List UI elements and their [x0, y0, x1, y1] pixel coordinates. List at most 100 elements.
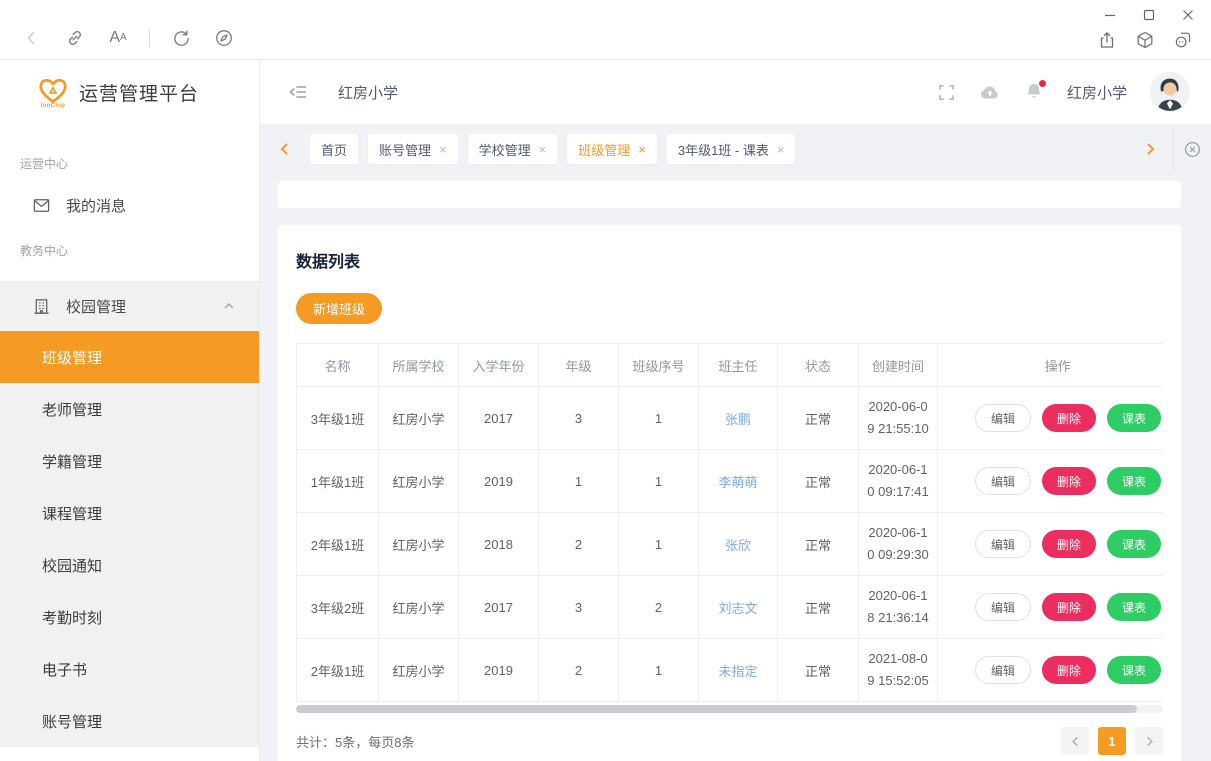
cell-name: 2年级1班 — [297, 513, 379, 576]
current-school[interactable]: 红房小学 — [1067, 82, 1127, 103]
schedule-button[interactable]: 课表 — [1107, 404, 1161, 432]
window-titlebar: AA — [0, 0, 1211, 60]
notification-badge — [1038, 79, 1047, 88]
mail-icon — [32, 196, 51, 215]
table-wrap: 名称所属学校入学年份年级班级序号班主任状态创建时间操作 3年级1班红房小学201… — [296, 343, 1163, 702]
schedule-button[interactable]: 课表 — [1107, 467, 1161, 495]
close-button[interactable] — [1179, 6, 1197, 24]
table-row: 3年级1班红房小学201731张鹏正常2020-06-09 21:55:10编辑… — [297, 387, 1164, 450]
sidebar-subitem-item[interactable]: 校园通知 — [0, 539, 259, 591]
sidebar-subitem-item[interactable]: 老师管理 — [0, 383, 259, 435]
sidebar-section-operations: 运营中心 — [0, 155, 259, 172]
tab-close-icon[interactable]: × — [439, 143, 447, 156]
add-class-button[interactable]: 新增班级 — [296, 293, 382, 324]
bell-icon[interactable] — [1025, 82, 1043, 102]
table-row: 3年级2班红房小学201732刘志文正常2020-06-18 21:36:14编… — [297, 576, 1164, 639]
page-number-button[interactable]: 1 — [1098, 727, 1126, 755]
delete-button[interactable]: 删除 — [1042, 593, 1096, 621]
share-icon[interactable] — [1095, 28, 1119, 52]
delete-button[interactable]: 删除 — [1042, 467, 1096, 495]
teacher-link[interactable]: 未指定 — [718, 664, 757, 679]
close-all-tabs-icon[interactable] — [1173, 125, 1211, 173]
edit-button[interactable]: 编辑 — [975, 404, 1031, 432]
cell-year: 2019 — [459, 450, 539, 513]
sidebar-subitem-item[interactable]: 电子书 — [0, 643, 259, 695]
minimize-button[interactable] — [1101, 6, 1119, 24]
sidebar-item-campus-management[interactable]: 校园管理 — [0, 281, 259, 331]
font-size-icon[interactable]: AA — [106, 26, 130, 50]
back-icon[interactable] — [20, 26, 44, 50]
teacher-link[interactable]: 张鹏 — [725, 412, 751, 427]
tab-close-icon[interactable]: × — [777, 143, 785, 156]
cell-status: 正常 — [778, 387, 859, 450]
titlebar-divider — [149, 29, 150, 47]
tab-label: 账号管理 — [379, 140, 431, 159]
collapse-sidebar-icon[interactable] — [288, 82, 308, 102]
delete-button[interactable]: 删除 — [1042, 530, 1096, 558]
cloud-icon[interactable] — [979, 83, 1001, 101]
refresh-icon[interactable] — [169, 26, 193, 50]
next-page-button[interactable] — [1135, 727, 1163, 755]
column-header: 状态 — [778, 344, 859, 387]
cell-grade: 2 — [539, 639, 619, 702]
edit-button[interactable]: 编辑 — [975, 530, 1031, 558]
cell-school: 红房小学 — [379, 639, 459, 702]
fullscreen-icon[interactable] — [938, 84, 955, 101]
tab-item[interactable]: 首页 — [310, 134, 358, 164]
schedule-button[interactable]: 课表 — [1107, 593, 1161, 621]
sidebar-item-my-messages[interactable]: 我的消息 — [0, 180, 259, 230]
cell-name: 3年级2班 — [297, 576, 379, 639]
sidebar-subitem-item[interactable]: 课程管理 — [0, 487, 259, 539]
compass-icon[interactable] — [212, 26, 236, 50]
table-footer: 共计：5条，每页8条 1 — [296, 727, 1163, 755]
edit-button[interactable]: 编辑 — [975, 593, 1031, 621]
cell-class-no: 1 — [619, 639, 699, 702]
tabs-scroll-left-icon[interactable] — [272, 142, 298, 156]
cell-status: 正常 — [778, 639, 859, 702]
cell-teacher: 张鹏 — [699, 387, 778, 450]
cube-icon[interactable] — [1133, 28, 1157, 52]
plugin-icon[interactable] — [1171, 28, 1195, 52]
maximize-button[interactable] — [1140, 6, 1158, 24]
teacher-link[interactable]: 李萌萌 — [718, 475, 757, 490]
tab-item[interactable]: 3年级1班 - 课表× — [667, 134, 796, 164]
cell-created: 2021-08-09 15:52:05 — [859, 639, 938, 702]
horizontal-scrollbar-thumb[interactable] — [296, 705, 1137, 713]
link-icon[interactable] — [63, 26, 87, 50]
teacher-link[interactable]: 刘志文 — [718, 601, 757, 616]
tab-close-icon[interactable]: × — [638, 143, 646, 156]
cell-school: 红房小学 — [379, 576, 459, 639]
class-table: 名称所属学校入学年份年级班级序号班主任状态创建时间操作 3年级1班红房小学201… — [296, 343, 1163, 702]
delete-button[interactable]: 删除 — [1042, 656, 1096, 684]
app-logo: InnChip 运营管理平台 — [0, 60, 259, 125]
app-window: AA — [0, 0, 1211, 761]
sidebar-subitem-item[interactable]: 账号管理 — [0, 695, 259, 747]
column-header: 操作 — [938, 344, 1164, 387]
cell-actions: 编辑删除课表 — [938, 576, 1164, 639]
teacher-link[interactable]: 张欣 — [725, 538, 751, 553]
avatar[interactable] — [1151, 73, 1189, 111]
table-body: 3年级1班红房小学201731张鹏正常2020-06-09 21:55:10编辑… — [297, 387, 1164, 702]
sidebar-subitem-active[interactable]: 班级管理 — [0, 331, 259, 383]
cell-class-no: 1 — [619, 387, 699, 450]
edit-button[interactable]: 编辑 — [975, 656, 1031, 684]
sidebar-subitem-item[interactable]: 学籍管理 — [0, 435, 259, 487]
schedule-button[interactable]: 课表 — [1107, 530, 1161, 558]
tab-item[interactable]: 账号管理 × — [368, 134, 458, 164]
column-header: 所属学校 — [379, 344, 459, 387]
tab-item[interactable]: 学校管理× — [468, 134, 558, 164]
schedule-button[interactable]: 课表 — [1107, 656, 1161, 684]
cell-class-no: 1 — [619, 450, 699, 513]
cell-school: 红房小学 — [379, 387, 459, 450]
tab-active[interactable]: 班级管理× — [567, 134, 657, 164]
sidebar-subitem-item[interactable]: 考勤时刻 — [0, 591, 259, 643]
prev-page-button[interactable] — [1061, 727, 1089, 755]
table-header-row: 名称所属学校入学年份年级班级序号班主任状态创建时间操作 — [297, 344, 1164, 387]
tabs-scroll-right-icon[interactable] — [1137, 142, 1163, 156]
delete-button[interactable]: 删除 — [1042, 404, 1096, 432]
cell-teacher: 未指定 — [699, 639, 778, 702]
cell-actions: 编辑删除课表 — [938, 513, 1164, 576]
chevron-up-icon — [223, 300, 235, 312]
tab-close-icon[interactable]: × — [539, 143, 547, 156]
edit-button[interactable]: 编辑 — [975, 467, 1031, 495]
